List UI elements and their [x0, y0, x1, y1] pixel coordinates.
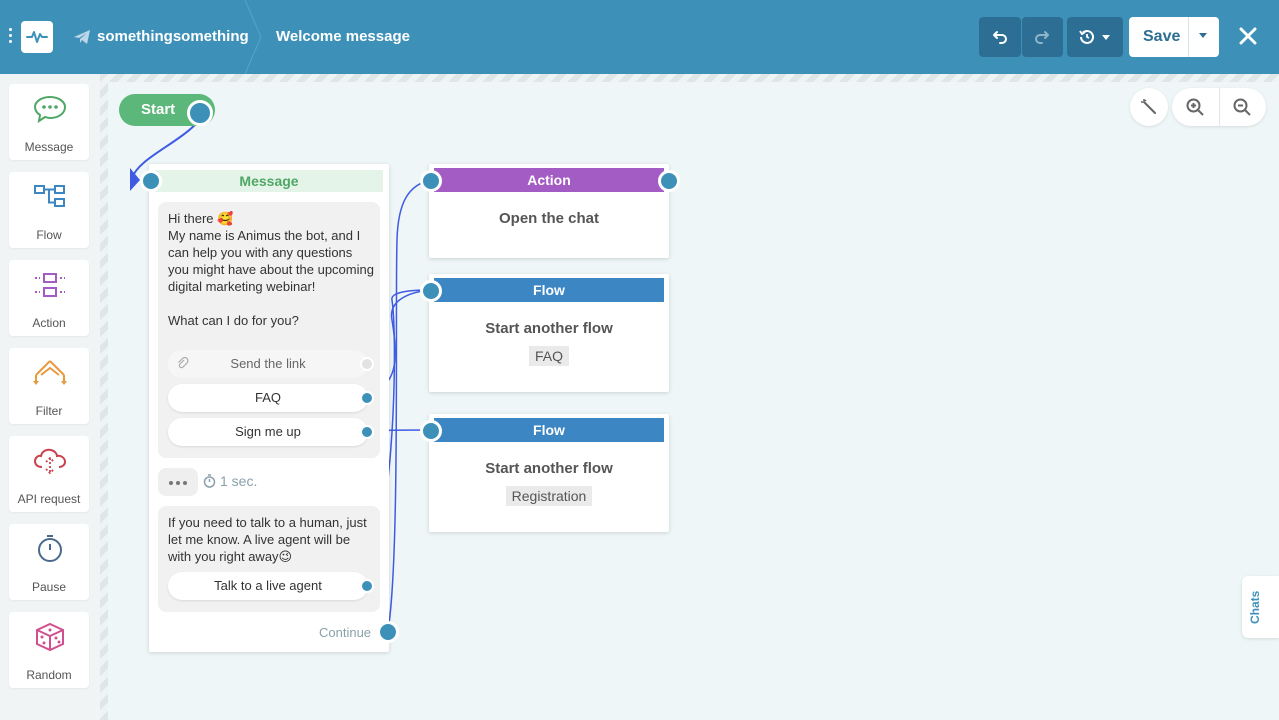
action-node[interactable]: Action Open the chat	[429, 164, 669, 258]
continue-output-port[interactable]	[377, 621, 399, 643]
chats-tab[interactable]: Chats	[1242, 576, 1279, 638]
auto-arrange-button[interactable]	[1130, 88, 1168, 126]
flow-tag: FAQ	[528, 346, 569, 366]
flow-node[interactable]: Flow Start another flow Registration	[429, 414, 669, 532]
flow-node-title: Start another flow	[485, 320, 613, 337]
timer-icon	[38, 535, 62, 562]
chevron-down-icon[interactable]	[1199, 33, 1207, 39]
quick-reply-button[interactable]: Sign me up	[168, 418, 374, 446]
flow-tag: Registration	[505, 486, 593, 506]
palette-item-api-request[interactable]: API request	[9, 436, 89, 512]
redo-button[interactable]	[1022, 17, 1063, 57]
zoom-controls	[1172, 88, 1266, 126]
undo-button[interactable]	[979, 17, 1021, 57]
start-node[interactable]: Start	[119, 94, 215, 126]
palette-item-filter[interactable]: Filter	[9, 348, 89, 424]
continue-label: Continue	[319, 625, 372, 640]
start-label: Start	[141, 101, 176, 118]
bot-name[interactable]: somethingsomething	[97, 28, 249, 45]
button-output-port[interactable]	[360, 357, 374, 371]
button-output-port[interactable]	[360, 391, 374, 405]
zoom-in-icon[interactable]	[1186, 98, 1204, 116]
action-node-title: Open the chat	[498, 210, 599, 227]
cloud-icon	[33, 448, 67, 475]
message-node[interactable]: Message Hi there 🥰 My name is Animus the…	[149, 164, 389, 652]
flow-input-port[interactable]	[420, 420, 442, 442]
flow-input-port[interactable]	[420, 280, 442, 302]
flow-node[interactable]: Flow Start another flow FAQ	[429, 274, 669, 392]
action-icon	[35, 273, 65, 297]
palette-item-action[interactable]: Action	[9, 260, 89, 336]
logo-icon[interactable]	[21, 21, 53, 53]
save-button[interactable]: Save	[1129, 17, 1219, 57]
action-node-header: Action	[434, 168, 664, 192]
palette-item-message[interactable]: Message	[9, 84, 89, 160]
save-label: Save	[1143, 28, 1181, 45]
quick-reply-button[interactable]: Send the link	[168, 350, 374, 378]
more-vert-icon[interactable]	[8, 28, 14, 46]
message-input-port[interactable]	[140, 170, 162, 192]
page-title[interactable]: Welcome message	[276, 28, 410, 45]
message-text: Hi there 🥰 My name is Animus the bot, an…	[168, 211, 374, 328]
button-output-port[interactable]	[360, 579, 374, 593]
delay-label[interactable]: 1 sec.	[203, 473, 257, 489]
zoom-out-icon[interactable]	[1233, 98, 1251, 116]
message-node-header: Message	[155, 170, 383, 192]
quick-reply-button[interactable]: Talk to a live agent	[168, 572, 374, 600]
top-bar: somethingsomething Welcome message Save	[0, 0, 1279, 74]
node-palette: Message Flow Action Filter API request P…	[0, 74, 100, 720]
link-icon	[178, 357, 189, 369]
chat-bubble-icon	[33, 95, 67, 124]
quick-reply-button[interactable]: FAQ	[168, 384, 374, 412]
history-icon	[1079, 29, 1094, 44]
palette-item-flow[interactable]: Flow	[9, 172, 89, 248]
history-button[interactable]	[1067, 17, 1123, 57]
redo-icon	[1035, 31, 1049, 44]
flow-node-title: Start another flow	[485, 460, 613, 477]
start-output-port[interactable]	[187, 100, 213, 126]
action-output-port[interactable]	[658, 170, 680, 192]
palette-item-pause[interactable]: Pause	[9, 524, 89, 600]
action-input-port[interactable]	[420, 170, 442, 192]
message-text: If you need to talk to a human, just let…	[168, 515, 367, 564]
message-bubble[interactable]: Hi there 🥰 My name is Animus the bot, an…	[158, 202, 380, 458]
stopwatch-icon	[203, 474, 216, 488]
close-icon[interactable]	[1236, 24, 1260, 48]
filter-icon	[33, 360, 67, 385]
magic-wand-icon	[1141, 99, 1156, 114]
palette-item-random[interactable]: Random	[9, 612, 89, 688]
canvas-border-top	[100, 74, 1279, 82]
canvas-border-left	[100, 74, 108, 720]
button-output-port[interactable]	[360, 425, 374, 439]
typing-indicator[interactable]	[158, 468, 198, 496]
dice-icon	[36, 622, 64, 652]
undo-icon	[993, 31, 1007, 44]
message-bubble[interactable]: If you need to talk to a human, just let…	[158, 506, 380, 612]
flow-icon	[34, 185, 65, 207]
flow-node-header: Flow	[434, 418, 664, 442]
telegram-icon	[74, 30, 90, 44]
breadcrumb-separator	[244, 0, 262, 74]
flow-node-header: Flow	[434, 278, 664, 302]
chevron-down-icon	[1102, 35, 1110, 40]
